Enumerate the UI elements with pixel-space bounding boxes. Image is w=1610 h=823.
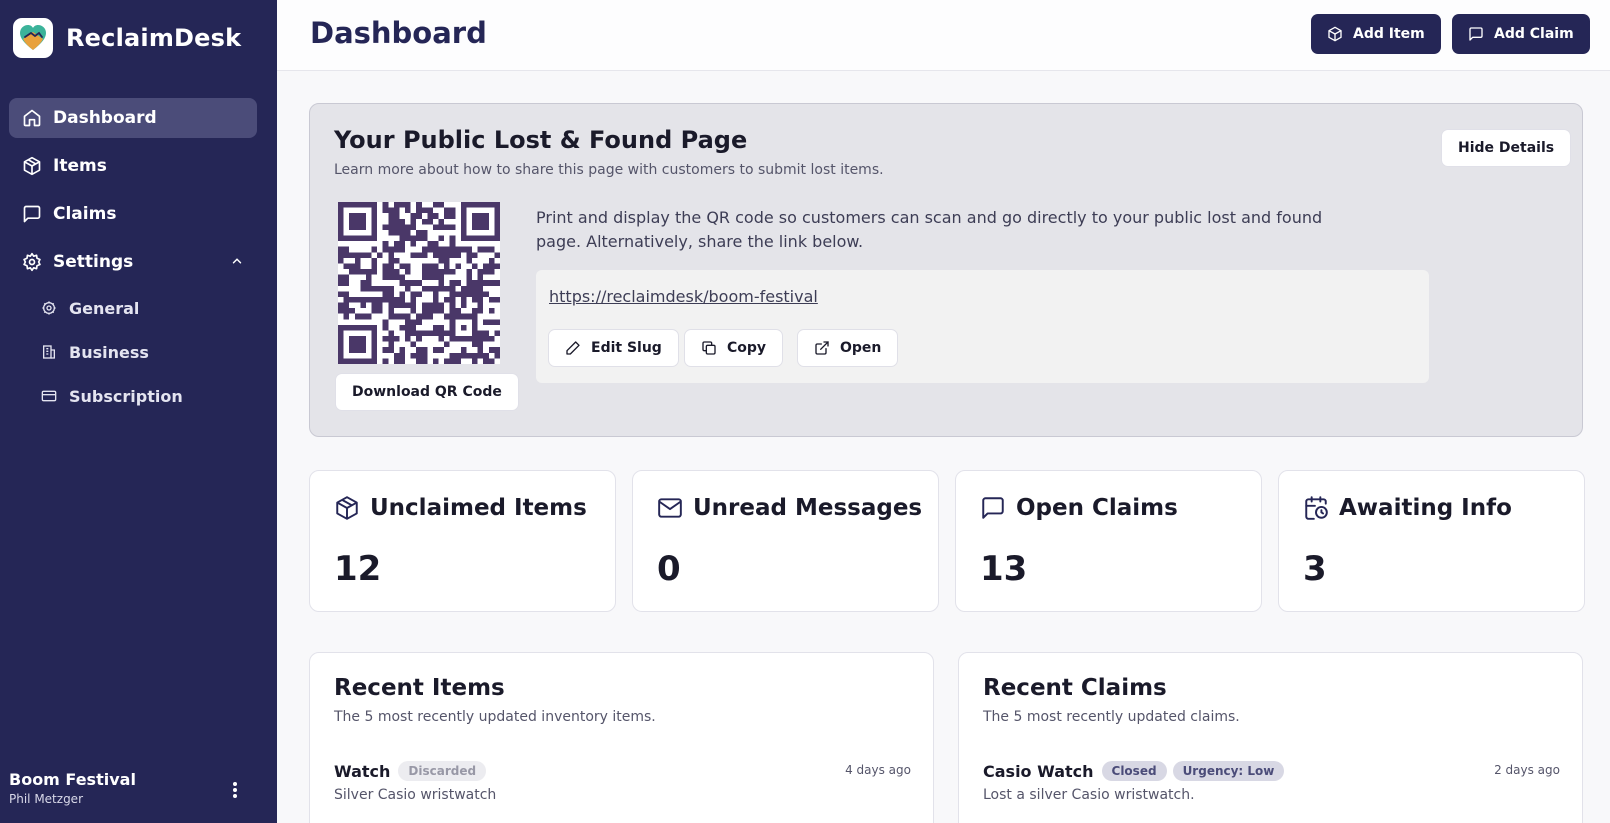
building-icon — [41, 344, 57, 360]
item-timestamp: 4 days ago — [845, 763, 911, 777]
app-name: ReclaimDesk — [66, 24, 242, 52]
more-vertical-icon[interactable] — [227, 780, 243, 800]
stat-card-unclaimed-items[interactable]: Unclaimed Items 12 — [309, 470, 616, 612]
sidebar-item-settings[interactable]: Settings — [9, 242, 257, 282]
external-link-icon — [814, 340, 830, 356]
sidebar-item-items[interactable]: Items — [9, 146, 257, 186]
sidebar-item-dashboard[interactable]: Dashboard — [9, 98, 257, 138]
gear-icon — [22, 252, 42, 272]
list-item[interactable]: Watch Discarded Silver Casio wristwatch … — [334, 761, 911, 803]
claim-description: Lost a silver Casio wristwatch. — [983, 787, 1195, 803]
edit-slug-label: Edit Slug — [591, 340, 662, 356]
public-link-box: https://reclaimdesk/boom-festival Edit S… — [536, 270, 1429, 383]
sidebar-item-label: Settings — [53, 252, 134, 272]
status-badge: Closed — [1101, 761, 1167, 781]
sidebar-subitem-general[interactable]: General — [9, 290, 257, 326]
stat-card-unread-messages[interactable]: Unread Messages 0 — [632, 470, 939, 612]
public-page-title: Your Public Lost & Found Page — [334, 126, 748, 154]
download-qr-button[interactable]: Download QR Code — [335, 373, 519, 411]
public-page-description: Print and display the QR code so custome… — [536, 208, 1323, 251]
public-page-link[interactable]: https://reclaimdesk/boom-festival — [549, 287, 818, 306]
add-item-button[interactable]: Add Item — [1311, 14, 1441, 54]
stat-value: 3 — [1303, 549, 1327, 589]
chevron-up-icon[interactable] — [230, 254, 244, 268]
item-description: Silver Casio wristwatch — [334, 787, 497, 803]
page-title: Dashboard — [310, 16, 487, 50]
sidebar-subitem-subscription[interactable]: Subscription — [9, 378, 257, 414]
recent-items-card: Recent Items The 5 most recently updated… — [309, 652, 934, 823]
add-item-label: Add Item — [1353, 26, 1425, 42]
message-square-icon — [980, 495, 1006, 521]
list-item[interactable]: Casio Watch Closed Urgency: Low Lost a s… — [983, 761, 1560, 803]
sidebar-item-claims[interactable]: Claims — [9, 194, 257, 234]
stat-label: Awaiting Info — [1339, 495, 1512, 521]
cog-icon — [41, 300, 57, 316]
claim-timestamp: 2 days ago — [1494, 763, 1560, 777]
credit-card-icon — [41, 388, 57, 404]
recent-claims-subtitle: The 5 most recently updated claims. — [983, 709, 1240, 725]
hide-details-label: Hide Details — [1458, 140, 1555, 156]
user-name: Phil Metzger — [9, 792, 83, 806]
stat-label: Open Claims — [1016, 495, 1178, 521]
sidebar-subitem-label: Business — [69, 342, 149, 362]
stat-card-awaiting-info[interactable]: Awaiting Info 3 — [1278, 470, 1585, 612]
hide-details-button[interactable]: Hide Details — [1441, 129, 1572, 167]
sidebar-item-label: Claims — [53, 204, 117, 224]
public-page-subtitle: Learn more about how to share this page … — [334, 162, 884, 178]
sidebar-subitem-label: General — [69, 298, 140, 318]
download-qr-label: Download QR Code — [352, 384, 502, 400]
copy-link-button[interactable]: Copy — [684, 329, 784, 367]
stat-value: 0 — [657, 549, 681, 589]
recent-items-title: Recent Items — [334, 675, 505, 701]
logo-icon — [13, 18, 53, 58]
urgency-badge: Urgency: Low — [1172, 761, 1285, 781]
stat-label: Unclaimed Items — [370, 495, 587, 521]
qr-code — [338, 202, 500, 364]
public-page-card: Your Public Lost & Found Page Learn more… — [309, 103, 1583, 437]
status-badge: Discarded — [398, 761, 487, 781]
stat-value: 12 — [334, 549, 382, 589]
sidebar-nav: Dashboard Items Claims Settings General … — [9, 98, 257, 422]
open-label: Open — [840, 340, 882, 356]
message-square-icon — [1468, 26, 1484, 42]
calendar-clock-icon — [1303, 495, 1329, 521]
stat-label: Unread Messages — [693, 495, 923, 521]
page-header: Dashboard Add Item Add Claim — [277, 0, 1610, 71]
sidebar-item-label: Items — [53, 156, 107, 176]
sidebar-subitem-label: Subscription — [69, 386, 183, 406]
account-switcher[interactable]: Boom Festival Phil Metzger — [9, 770, 259, 806]
edit-slug-button[interactable]: Edit Slug — [548, 329, 679, 367]
stat-card-open-claims[interactable]: Open Claims 13 — [955, 470, 1262, 612]
recent-items-subtitle: The 5 most recently updated inventory it… — [334, 709, 656, 725]
copy-label: Copy — [727, 340, 767, 356]
brand[interactable]: ReclaimDesk — [13, 18, 241, 58]
package-icon — [334, 495, 360, 521]
pencil-icon — [565, 340, 581, 356]
recent-claims-title: Recent Claims — [983, 675, 1167, 701]
add-claim-label: Add Claim — [1494, 26, 1574, 42]
item-name: Watch — [334, 761, 391, 781]
add-claim-button[interactable]: Add Claim — [1452, 14, 1590, 54]
recent-claims-card: Recent Claims The 5 most recently update… — [958, 652, 1583, 823]
package-icon — [22, 156, 42, 176]
copy-icon — [701, 340, 717, 356]
sidebar-item-label: Dashboard — [53, 108, 157, 128]
open-link-button[interactable]: Open — [797, 329, 899, 367]
mail-icon — [657, 495, 683, 521]
claim-name: Casio Watch — [983, 761, 1094, 781]
org-name: Boom Festival — [9, 770, 136, 789]
stat-value: 13 — [980, 549, 1028, 589]
sidebar: ReclaimDesk Dashboard Items Claims Setti… — [0, 0, 277, 823]
sidebar-subitem-business[interactable]: Business — [9, 334, 257, 370]
home-icon — [22, 108, 42, 128]
message-square-icon — [22, 204, 42, 224]
package-icon — [1327, 26, 1343, 42]
